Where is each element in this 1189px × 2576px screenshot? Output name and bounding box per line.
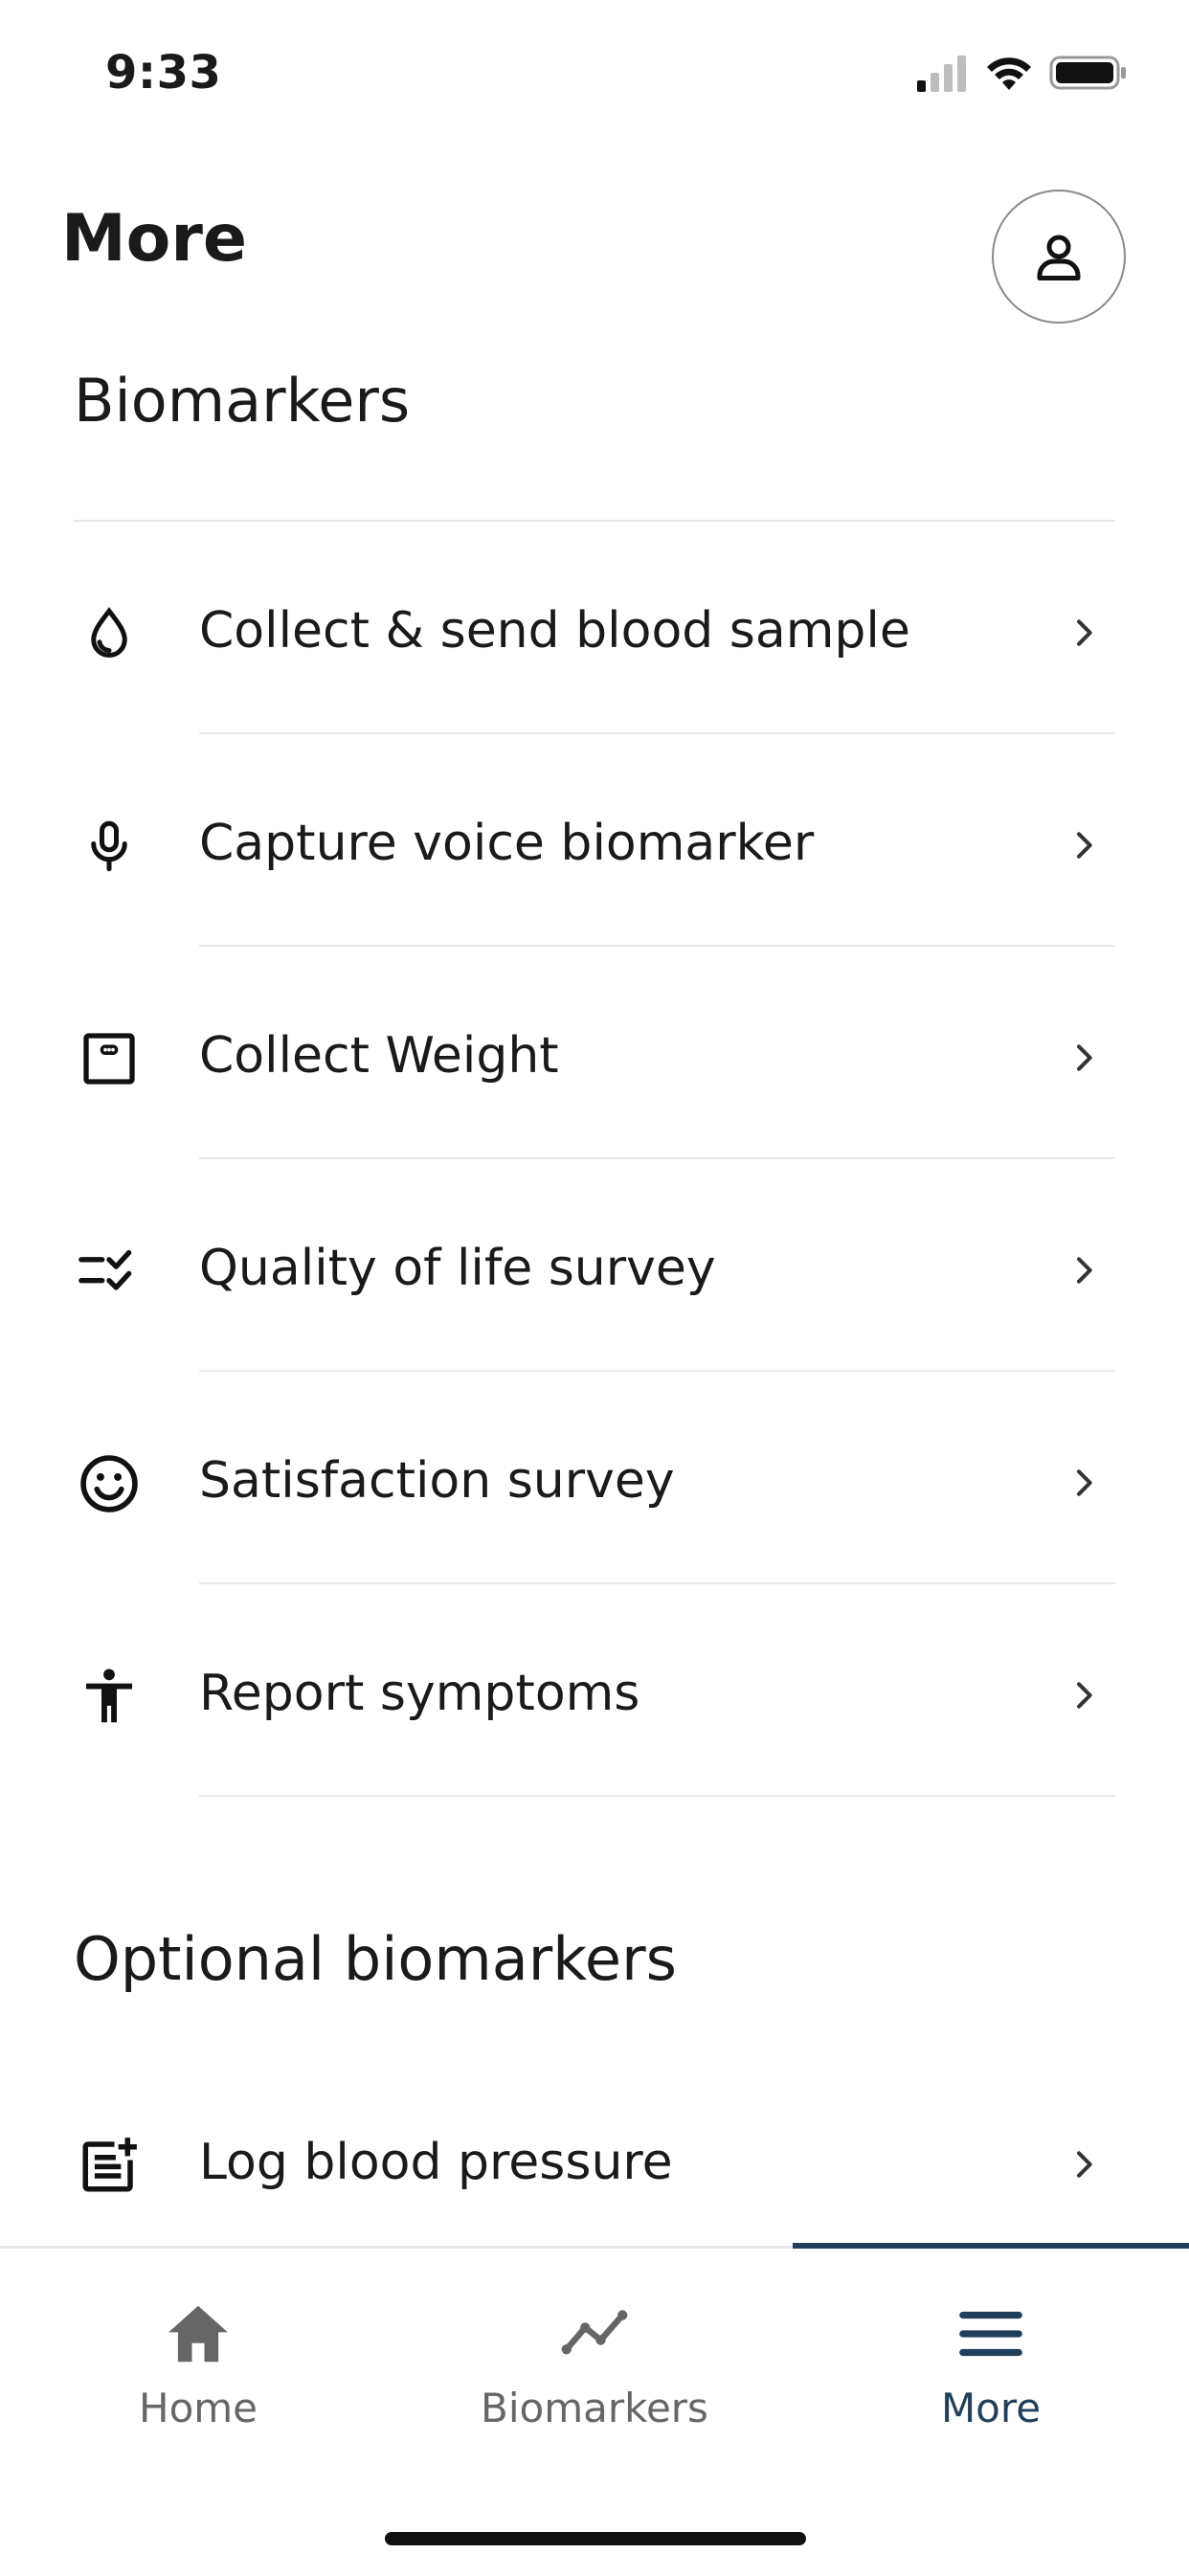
menu-item-satisfaction-survey[interactable]: Satisfaction survey: [0, 1372, 1189, 1584]
note-add-icon: [74, 2130, 145, 2201]
menu-item-label: Capture voice biomarker: [199, 815, 815, 872]
menu-item-report-symptoms[interactable]: Report symptoms: [0, 1584, 1189, 1797]
chevron-right-icon: [1077, 2151, 1092, 2178]
menu-item-label: Collect & send blood sample: [199, 602, 910, 660]
status-bar: 9:33: [0, 0, 1189, 153]
menu-item-label: Report symptoms: [199, 1665, 640, 1722]
tab-more[interactable]: More: [793, 2249, 1189, 2469]
item-divider: [199, 1795, 1115, 1797]
chevron-right-icon: [1077, 1682, 1092, 1709]
trend-icon: [561, 2310, 628, 2355]
chevron-right-icon: [1077, 1257, 1092, 1284]
scale-icon: [74, 1023, 145, 1094]
tab-label: Home: [138, 2385, 258, 2431]
menu-icon: [959, 2311, 1022, 2357]
menu-item-label: Collect Weight: [199, 1027, 559, 1085]
menu-item-blood-sample[interactable]: Collect & send blood sample: [0, 522, 1189, 734]
tab-label: More: [940, 2385, 1042, 2431]
header: More: [0, 163, 1189, 345]
smiley-icon: [74, 1448, 145, 1519]
menu-item-voice-biomarker[interactable]: Capture voice biomarker: [0, 734, 1189, 947]
battery-icon: [1049, 56, 1126, 90]
tab-label: Biomarkers: [481, 2385, 708, 2431]
page-title: More: [61, 201, 248, 277]
microphone-icon: [74, 811, 145, 882]
home-icon: [168, 2305, 228, 2363]
menu-item-label: Satisfaction survey: [199, 1452, 675, 1510]
signal-icon: [917, 56, 966, 92]
status-icons: [915, 54, 1128, 92]
menu-item-quality-of-life[interactable]: Quality of life survey: [0, 1159, 1189, 1372]
chevron-right-icon: [1077, 619, 1092, 646]
tab-biomarkers[interactable]: Biomarkers: [396, 2249, 793, 2469]
tab-home[interactable]: Home: [0, 2249, 396, 2469]
user-icon: [1037, 235, 1081, 280]
wifi-icon: [987, 57, 1031, 90]
section-title-biomarkers: Biomarkers: [74, 366, 411, 436]
tab-bar: Home Biomarkers More: [0, 2243, 1189, 2576]
checklist-icon: [74, 1236, 145, 1307]
menu-item-label: Log blood pressure: [199, 2134, 673, 2191]
menu-item-collect-weight[interactable]: Collect Weight: [0, 947, 1189, 1159]
section-title-optional-biomarkers: Optional biomarkers: [74, 1924, 677, 1994]
home-indicator: [385, 2532, 806, 2545]
chevron-right-icon: [1077, 1469, 1092, 1496]
menu-item-log-blood-pressure[interactable]: Log blood pressure: [0, 2053, 1189, 2266]
chevron-right-icon: [1077, 832, 1092, 859]
chevron-right-icon: [1077, 1044, 1092, 1071]
menu-item-label: Quality of life survey: [199, 1240, 716, 1297]
person-icon: [74, 1661, 145, 1732]
drop-icon: [74, 598, 145, 669]
profile-button[interactable]: [992, 190, 1126, 324]
status-time: 9:33: [105, 46, 222, 100]
